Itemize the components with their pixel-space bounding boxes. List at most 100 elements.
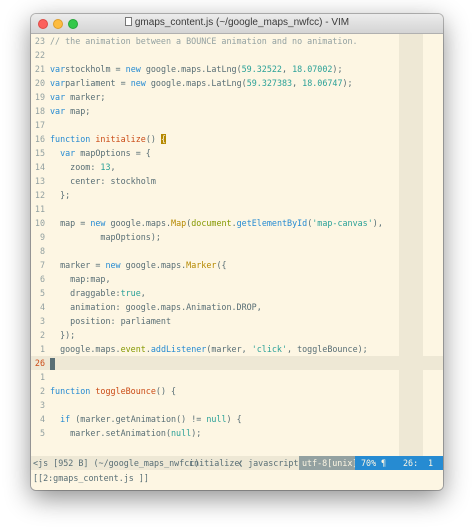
code-line[interactable]: 3 bbox=[31, 398, 443, 412]
code-token: var bbox=[50, 78, 66, 88]
code-text: var mapOptions = { bbox=[50, 146, 151, 160]
code-line[interactable]: 20 varparliament = new google.maps.LatLng… bbox=[31, 76, 443, 90]
code-token: google.maps.LatLng( bbox=[145, 78, 247, 88]
line-number: 5 bbox=[39, 288, 45, 298]
code-text: }); bbox=[50, 328, 75, 342]
line-number: 2 bbox=[39, 386, 45, 396]
code-line[interactable]: 16 function initialize() { bbox=[31, 132, 443, 146]
code-text: varstockholm = new google.maps.LatLng(59… bbox=[50, 62, 343, 76]
code-text: varparliament = new google.maps.LatLng(5… bbox=[50, 76, 353, 90]
code-line[interactable]: 22 bbox=[31, 48, 443, 62]
code-token: map = bbox=[50, 218, 91, 228]
command-line[interactable]: [[2:gmaps_content.js ]] bbox=[31, 470, 443, 490]
code-text: var map; bbox=[50, 104, 90, 118]
code-line[interactable]: 23 // the animation between a BOUNCE anim… bbox=[31, 34, 443, 48]
code-token: if bbox=[60, 414, 71, 424]
code-line[interactable]: 6 map:map, bbox=[31, 272, 443, 286]
code-line[interactable]: 3 position: parliament bbox=[31, 314, 443, 328]
code-line[interactable]: 1 google.maps.event.addListener(marker, … bbox=[31, 342, 443, 356]
code-line[interactable]: 19 var marker; bbox=[31, 90, 443, 104]
status-filetype-label: javascript bbox=[248, 458, 299, 468]
code-line[interactable]: 12 }; bbox=[31, 188, 443, 202]
code-token: google.maps. bbox=[105, 218, 172, 228]
status-encoding: utf-8[unix] bbox=[299, 456, 357, 470]
line-number: 18 bbox=[34, 106, 45, 116]
code-token: center: stockholm bbox=[50, 176, 156, 186]
line-number-icon: ¶ bbox=[381, 458, 387, 468]
code-token: , bbox=[140, 288, 146, 298]
code-line[interactable]: 15 var mapOptions = { bbox=[31, 146, 443, 160]
code-line[interactable]: 4 animation: google.maps.Animation.DROP, bbox=[31, 300, 443, 314]
editor-buffer[interactable]: 2 3 // the animation between a BOUNCE anim… bbox=[31, 34, 443, 456]
line-number: 4 bbox=[39, 414, 45, 424]
status-line: <js [952 B] (~/google_maps_nwfcc) initia… bbox=[31, 456, 443, 470]
line-number: 10 bbox=[34, 218, 45, 228]
code-token: ); bbox=[191, 428, 202, 438]
code-line[interactable]: 4 if (marker.getAnimation() != null) { bbox=[31, 412, 443, 426]
line-number: 26 bbox=[34, 358, 45, 368]
line-number: 19 bbox=[34, 92, 45, 102]
code-text: mapOptions); bbox=[50, 230, 161, 244]
code-token: google.maps. bbox=[120, 260, 187, 270]
code-line[interactable]: 9 mapOptions); bbox=[31, 230, 443, 244]
code-token: zoom: bbox=[50, 162, 101, 172]
code-token: document bbox=[191, 218, 232, 228]
code-token: toggleBounce bbox=[95, 386, 156, 396]
line-number: 20 bbox=[34, 78, 45, 88]
status-function: initialize bbox=[189, 458, 240, 468]
code-line[interactable]: 17 bbox=[31, 118, 443, 132]
code-token: , bbox=[110, 162, 116, 172]
line-number: 2 bbox=[39, 330, 45, 340]
line-number: 8 bbox=[39, 246, 45, 256]
code-token: google.maps. bbox=[50, 344, 121, 354]
code-text: google.maps.event.addListener(marker, 'c… bbox=[50, 342, 368, 356]
code-token: var bbox=[50, 64, 66, 74]
code-line[interactable]: 21 varstockholm = new google.maps.LatLng(… bbox=[31, 62, 443, 76]
window-title: gmaps_content.js (~/google_maps_nwfcc) -… bbox=[31, 17, 443, 28]
code-token: map; bbox=[65, 106, 91, 116]
code-token: Map bbox=[171, 218, 187, 228]
code-token: , bbox=[292, 78, 303, 88]
code-line[interactable]: 11 bbox=[31, 202, 443, 216]
title-bar[interactable]: gmaps_content.js (~/google_maps_nwfcc) -… bbox=[31, 14, 443, 34]
code-line[interactable]: 2 }); bbox=[31, 328, 443, 342]
line-number: 7 bbox=[39, 260, 45, 270]
code-text: } bbox=[50, 356, 55, 370]
code-text: }; bbox=[50, 188, 70, 202]
code-text: // the animation between a BOUNCE animat… bbox=[50, 34, 358, 48]
line-number: 11 bbox=[34, 204, 45, 214]
line-number: 1 bbox=[39, 344, 45, 354]
status-column: 1 bbox=[428, 458, 434, 468]
code-token: () { bbox=[155, 386, 177, 396]
code-line[interactable]: 2 function toggleBounce() { bbox=[31, 384, 443, 398]
line-number: 14 bbox=[34, 162, 45, 172]
code-token: var bbox=[50, 92, 66, 102]
code-line[interactable]: 7 marker = new google.maps.Marker({ bbox=[31, 258, 443, 272]
code-line[interactable]: 18 var map; bbox=[31, 104, 443, 118]
code-line[interactable]: 14 zoom: 13, bbox=[31, 160, 443, 174]
code-token: animation: google.maps.Animation.DROP, bbox=[50, 302, 262, 312]
code-line[interactable]: 5 draggable:true, bbox=[31, 286, 443, 300]
code-token: stockholm = bbox=[65, 64, 126, 74]
line-number: 3 bbox=[39, 316, 45, 326]
code-token: var bbox=[50, 106, 66, 116]
status-separator: ❮ bbox=[238, 458, 244, 468]
code-token: 59.32522 bbox=[241, 64, 282, 74]
line-number: 1 bbox=[39, 372, 45, 382]
cursor-line[interactable]: 26} bbox=[31, 356, 443, 370]
code-token: draggable: bbox=[50, 288, 121, 298]
code-token: addListener bbox=[150, 344, 207, 354]
code-token: google.maps.LatLng( bbox=[140, 64, 242, 74]
code-line[interactable]: 5 marker.setAnimation(null); bbox=[31, 426, 443, 440]
code-line[interactable]: 1 bbox=[31, 370, 443, 384]
code-token: }; bbox=[50, 190, 71, 200]
code-line[interactable]: 8 bbox=[31, 244, 443, 258]
vim-window: gmaps_content.js (~/google_maps_nwfcc) -… bbox=[31, 14, 443, 490]
code-token: ), bbox=[372, 218, 383, 228]
code-line[interactable]: 10 map = new google.maps.Map(document.ge… bbox=[31, 216, 443, 230]
code-line[interactable]: 13 center: stockholm bbox=[31, 174, 443, 188]
window-title-text: gmaps_content.js (~/google_maps_nwfcc) -… bbox=[134, 17, 350, 28]
code-text: function initialize() { bbox=[50, 132, 166, 146]
code-token: new bbox=[125, 64, 141, 74]
code-token: 13 bbox=[100, 162, 111, 172]
